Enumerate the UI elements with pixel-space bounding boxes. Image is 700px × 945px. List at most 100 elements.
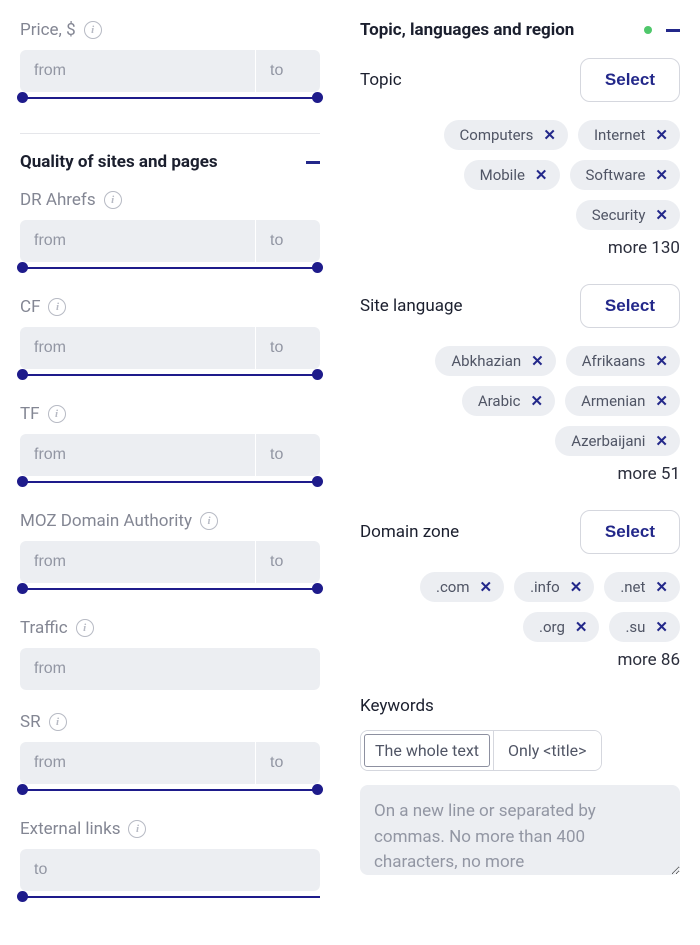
language-chips: Abkhazian✕Afrikaans✕Arabic✕Armenian✕Azer…	[360, 346, 680, 456]
collapse-icon[interactable]	[666, 29, 680, 32]
zone-more[interactable]: more 86	[360, 650, 680, 670]
dr-label: DR Ahrefs	[20, 190, 96, 210]
zone-select-button[interactable]: Select	[580, 510, 680, 554]
chip-label: Mobile	[480, 166, 525, 184]
close-icon[interactable]: ✕	[655, 166, 668, 184]
tf-from-input[interactable]	[20, 434, 255, 476]
close-icon[interactable]: ✕	[570, 578, 583, 596]
info-icon[interactable]: i	[128, 820, 146, 838]
topic-chip[interactable]: Internet✕	[578, 120, 680, 150]
ext-label: External links	[20, 819, 120, 839]
zone-chip[interactable]: .org ✕	[523, 612, 599, 642]
cf-slider[interactable]	[20, 368, 320, 382]
price-from-input[interactable]	[20, 50, 255, 92]
close-icon[interactable]: ✕	[655, 126, 668, 144]
info-icon[interactable]: i	[48, 405, 66, 423]
sr-group: SR i	[20, 712, 320, 797]
zone-chip[interactable]: .com ✕	[420, 572, 504, 602]
language-chip[interactable]: Armenian ✕	[565, 386, 680, 416]
close-icon[interactable]: ✕	[531, 352, 544, 370]
chip-label: Software	[586, 166, 646, 184]
price-to-input[interactable]	[255, 50, 320, 92]
quality-section-header[interactable]: Quality of sites and pages	[20, 152, 320, 172]
close-icon[interactable]: ✕	[655, 578, 668, 596]
collapse-icon[interactable]	[306, 161, 320, 164]
cf-to-input[interactable]	[255, 327, 320, 369]
close-icon[interactable]: ✕	[530, 392, 543, 410]
close-icon[interactable]: ✕	[655, 392, 668, 410]
sr-label: SR	[20, 712, 41, 732]
zone-label: Domain zone	[360, 522, 459, 542]
chip-label: Computers	[460, 126, 534, 144]
cf-label: CF	[20, 297, 40, 317]
language-chip[interactable]: Arabic✕	[462, 386, 555, 416]
language-row: Site language Select	[360, 284, 680, 328]
info-icon[interactable]: i	[104, 191, 122, 209]
sr-from-input[interactable]	[20, 742, 255, 784]
close-icon[interactable]: ✕	[543, 126, 556, 144]
traffic-label: Traffic	[20, 618, 68, 638]
dr-slider[interactable]	[20, 261, 320, 275]
chip-label: Azerbaijani	[571, 432, 645, 450]
cf-from-input[interactable]	[20, 327, 255, 369]
topic-chip[interactable]: Mobile ✕	[464, 160, 560, 190]
price-label: Price, $	[20, 20, 76, 40]
traffic-from-input[interactable]	[20, 648, 320, 690]
topic-more[interactable]: more 130	[360, 238, 680, 258]
info-icon[interactable]: i	[48, 298, 66, 316]
info-icon[interactable]: i	[200, 512, 218, 530]
topic-chip[interactable]: Security ✕	[576, 200, 680, 230]
moz-slider[interactable]	[20, 582, 320, 596]
moz-from-input[interactable]	[20, 541, 255, 583]
sr-to-input[interactable]	[255, 742, 320, 784]
chip-label: Armenian	[581, 392, 645, 410]
close-icon[interactable]: ✕	[655, 618, 668, 636]
topic-select-button[interactable]: Select	[580, 58, 680, 102]
zone-chip[interactable]: .su ✕	[609, 612, 680, 642]
keywords-mode-segmented[interactable]: The whole text Only <title>	[360, 730, 602, 771]
moz-to-input[interactable]	[255, 541, 320, 583]
dr-to-input[interactable]	[255, 220, 320, 262]
ext-group: External links i	[20, 819, 320, 904]
close-icon[interactable]: ✕	[655, 352, 668, 370]
tf-group: TFi	[20, 404, 320, 489]
chip-label: .su	[625, 618, 645, 636]
sr-slider[interactable]	[20, 783, 320, 797]
close-icon[interactable]: ✕	[655, 432, 668, 450]
tf-to-input[interactable]	[255, 434, 320, 476]
chip-label: .org	[539, 618, 565, 636]
close-icon[interactable]: ✕	[655, 206, 668, 224]
price-slider[interactable]	[20, 91, 320, 105]
tf-slider[interactable]	[20, 475, 320, 489]
language-chip[interactable]: Afrikaans✕	[566, 346, 680, 376]
info-icon[interactable]: i	[84, 21, 102, 39]
close-icon[interactable]: ✕	[535, 166, 548, 184]
moz-group: MOZ Domain Authorityi	[20, 511, 320, 596]
zone-chip[interactable]: .info✕	[514, 572, 594, 602]
dr-from-input[interactable]	[20, 220, 255, 262]
status-dot-icon	[644, 26, 652, 34]
zone-chip[interactable]: .net ✕	[604, 572, 680, 602]
language-chip[interactable]: Abkhazian✕	[435, 346, 555, 376]
seg-only-title[interactable]: Only <title>	[493, 731, 601, 770]
ext-slider[interactable]	[20, 890, 320, 904]
language-chip[interactable]: Azerbaijani ✕	[555, 426, 680, 456]
zone-row: Domain zone Select	[360, 510, 680, 554]
seg-whole-text[interactable]: The whole text	[361, 731, 493, 770]
chip-label: .net	[620, 578, 645, 596]
close-icon[interactable]: ✕	[575, 618, 588, 636]
topic-chips: Computers✕Internet✕Mobile✕Software✕Secur…	[360, 120, 680, 230]
language-more[interactable]: more 51	[360, 464, 680, 484]
topic-section-header[interactable]: Topic, languages and region	[360, 20, 680, 40]
language-select-button[interactable]: Select	[580, 284, 680, 328]
topic-chip[interactable]: Software ✕	[570, 160, 681, 190]
info-icon[interactable]: i	[76, 619, 94, 637]
language-label: Site language	[360, 296, 463, 316]
info-icon[interactable]: i	[49, 713, 67, 731]
chip-label: .com	[436, 578, 470, 596]
chip-label: Security	[592, 206, 646, 224]
topic-chip[interactable]: Computers ✕	[444, 120, 568, 150]
keywords-textarea[interactable]	[360, 785, 680, 875]
close-icon[interactable]: ✕	[480, 578, 493, 596]
ext-to-input[interactable]	[20, 849, 320, 891]
